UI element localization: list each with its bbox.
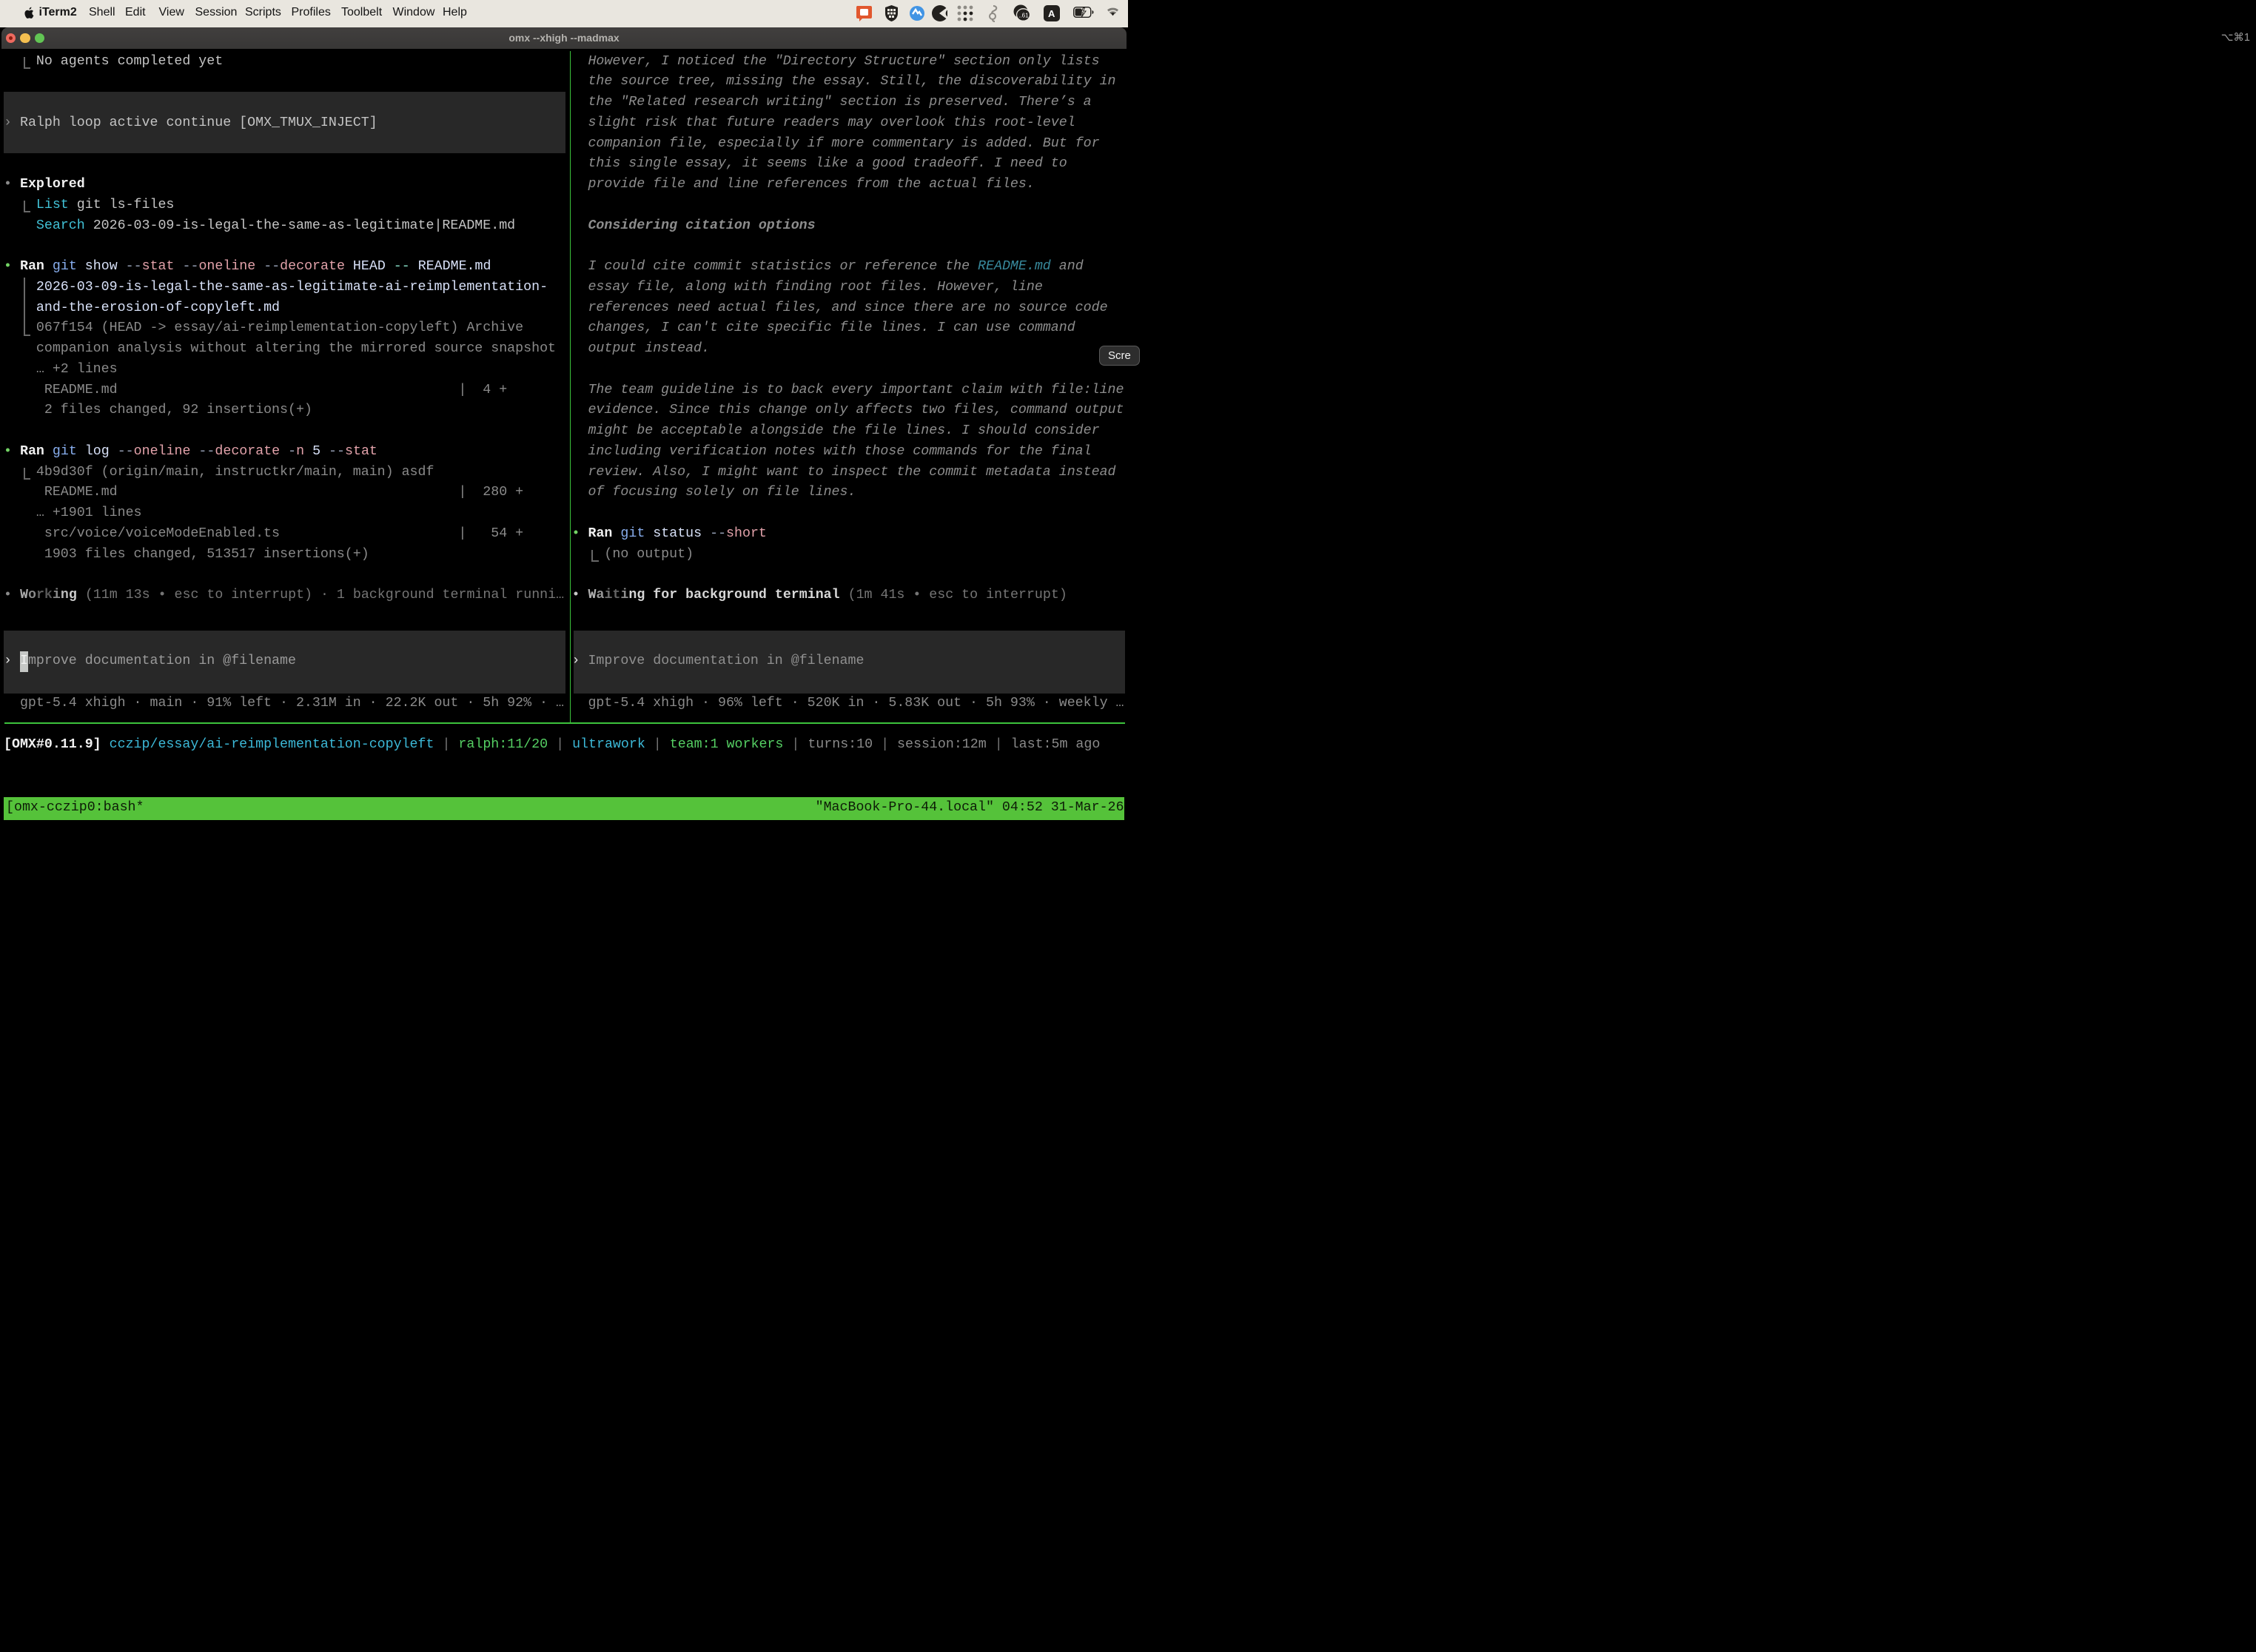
svg-text:..61: ..61 (1018, 12, 1029, 19)
svg-text:A: A (1048, 8, 1055, 19)
